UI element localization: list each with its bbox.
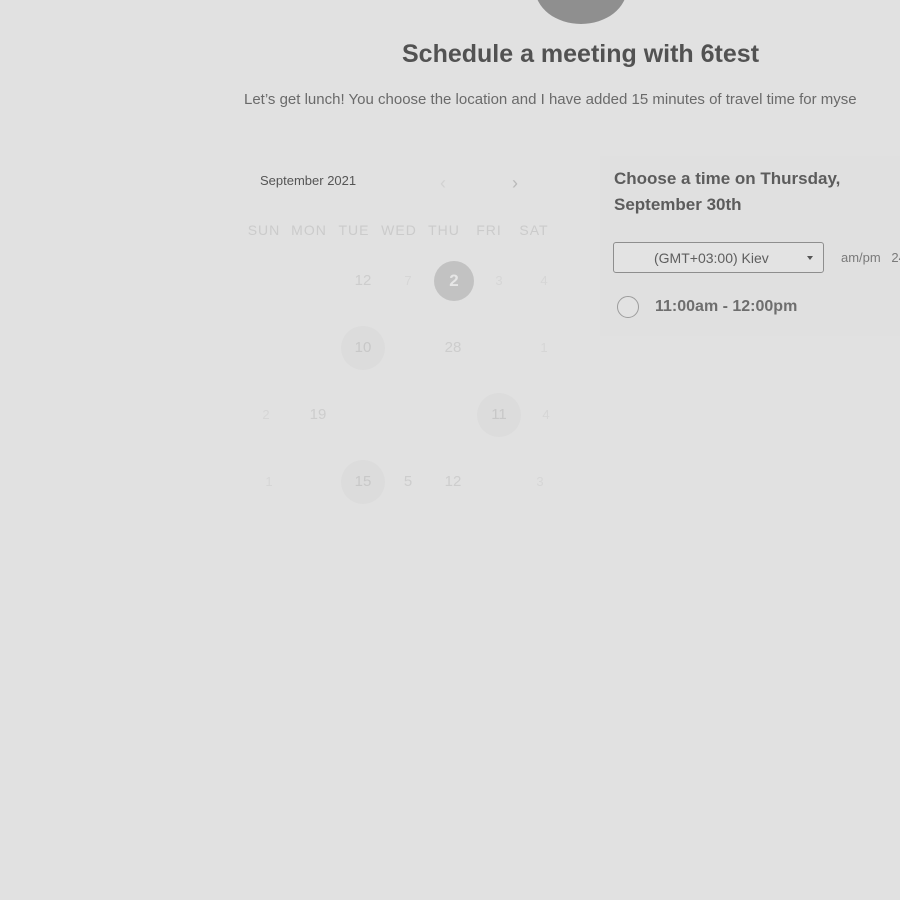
calendar-day[interactable]: 1 xyxy=(522,326,566,370)
timezone-value: (GMT+03:00) Kiev xyxy=(654,250,769,266)
calendar-day[interactable]: 3 xyxy=(518,460,562,504)
caret-down-icon xyxy=(807,256,813,260)
calendar-day[interactable]: 10 xyxy=(341,326,385,370)
time-slot-label: 11:00am - 12:00pm xyxy=(655,298,798,315)
weekday-mon: MON xyxy=(291,222,327,238)
page-title: Schedule a meeting with 6test xyxy=(401,40,760,68)
calendar-day[interactable]: 7 xyxy=(386,259,430,303)
calendar-day[interactable]: 2 xyxy=(244,393,288,437)
weekday-thu: THU xyxy=(428,222,460,238)
calendar-day[interactable]: 4 xyxy=(524,393,568,437)
weekday-wed: WED xyxy=(381,222,417,238)
calendar-day[interactable]: 1 xyxy=(247,460,291,504)
time-format-toggle: am/pm 24 xyxy=(841,250,900,265)
scheduling-page: Schedule a meeting with 6test Let’s get … xyxy=(0,0,900,900)
time-panel-heading: Choose a time on Thursday, September 30t… xyxy=(614,169,841,214)
timezone-select[interactable]: (GMT+03:00) Kiev xyxy=(613,242,824,273)
calendar-day[interactable]: 3 xyxy=(477,259,521,303)
calendar-day[interactable]: 4 xyxy=(522,259,566,303)
chevron-right-icon[interactable]: › xyxy=(512,174,518,192)
calendar-month-label: September 2021 xyxy=(260,173,357,188)
calendar-day[interactable]: 11 xyxy=(477,393,521,437)
format-24h-option[interactable]: 24 xyxy=(891,250,900,265)
weekday-tue: TUE xyxy=(338,222,370,238)
weekday-fri: FRI xyxy=(476,222,502,238)
format-ampm-option[interactable]: am/pm xyxy=(841,250,881,265)
radio-button[interactable] xyxy=(617,296,639,318)
meeting-description: Let’s get lunch! You choose the location… xyxy=(244,91,857,108)
calendar-day[interactable]: 19 xyxy=(296,393,340,437)
calendar-day-selected[interactable]: 2 xyxy=(434,261,474,301)
calendar-day[interactable]: 15 xyxy=(341,460,385,504)
weekday-sun: SUN xyxy=(247,222,281,238)
host-avatar xyxy=(535,0,627,24)
calendar-day[interactable]: 12 xyxy=(341,259,385,303)
weekday-sat: SAT xyxy=(519,222,549,238)
calendar-day[interactable]: 28 xyxy=(431,326,475,370)
calendar-day[interactable]: 5 xyxy=(386,460,430,504)
date-picker-calendar: September 2021 ‹ › SUN MON TUE WED THU F… xyxy=(240,160,560,520)
calendar-day[interactable]: 12 xyxy=(431,460,475,504)
chevron-left-icon[interactable]: ‹ xyxy=(440,174,446,192)
